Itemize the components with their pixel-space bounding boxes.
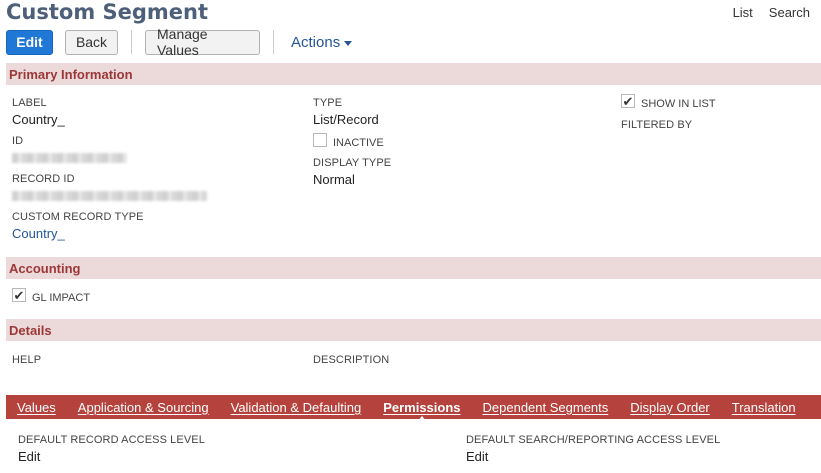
field-label: RECORD ID xyxy=(12,173,75,185)
field-label: TYPE xyxy=(313,97,343,109)
tab-dependent-segments[interactable]: Dependent Segments xyxy=(472,400,620,415)
top-links: List Search xyxy=(733,5,810,20)
field-label: LABEL xyxy=(12,97,47,109)
gl-impact-field: ✔ GL IMPACT xyxy=(12,286,90,304)
show-in-list-checkbox[interactable]: ✔ xyxy=(621,94,635,108)
section-header-primary-information[interactable]: Primary Information xyxy=(6,63,821,85)
tab-permissions[interactable]: Permissions xyxy=(372,400,471,422)
edit-button[interactable]: Edit xyxy=(6,29,53,55)
inactive-checkbox[interactable] xyxy=(313,133,327,147)
field-label: DEFAULT SEARCH/REPORTING ACCESS LEVEL xyxy=(466,434,721,446)
section-header-details[interactable]: Details xyxy=(6,319,821,341)
id-field: ID xyxy=(12,135,127,163)
checkbox-label: GL IMPACT xyxy=(32,292,91,304)
actions-label: Actions xyxy=(291,33,341,51)
field-label: DEFAULT RECORD ACCESS LEVEL xyxy=(18,434,205,446)
custom-record-type-link[interactable]: Country_ xyxy=(12,226,144,241)
tab-translation[interactable]: Translation xyxy=(721,400,807,415)
redacted-value xyxy=(12,191,207,201)
back-button[interactable]: Back xyxy=(65,29,118,55)
custom-record-type-field: CUSTOM RECORD TYPE Country_ xyxy=(12,211,144,241)
field-label: ID xyxy=(12,135,24,147)
toolbar-divider xyxy=(273,30,274,54)
field-label: DESCRIPTION xyxy=(313,354,390,366)
filtered-by-field: FILTERED BY xyxy=(621,119,692,131)
caret-down-icon xyxy=(344,40,353,46)
toolbar: Edit Back Manage Values Actions xyxy=(6,26,353,58)
field-label: CUSTOM RECORD TYPE xyxy=(12,211,144,223)
search-link[interactable]: Search xyxy=(769,5,810,20)
toolbar-divider xyxy=(131,30,132,54)
field-label: HELP xyxy=(12,354,42,366)
display-type-field: DISPLAY TYPE Normal xyxy=(313,157,391,187)
checkbox-label: INACTIVE xyxy=(333,137,384,149)
field-value: Country_ xyxy=(12,112,65,127)
tab-application-sourcing[interactable]: Application & Sourcing xyxy=(67,400,220,415)
field-value: List/Record xyxy=(313,112,379,127)
help-field: HELP xyxy=(12,354,41,366)
list-link[interactable]: List xyxy=(733,5,753,20)
inactive-field: INACTIVE xyxy=(313,131,384,149)
default-record-access-field: DEFAULT RECORD ACCESS LEVEL Edit xyxy=(18,434,205,464)
tab-display-order[interactable]: Display Order xyxy=(619,400,720,415)
page-title: Custom Segment xyxy=(6,0,209,24)
manage-values-button[interactable]: Manage Values xyxy=(145,26,260,58)
actions-menu[interactable]: Actions xyxy=(291,33,353,51)
field-value: Edit xyxy=(466,449,489,464)
field-value: Normal xyxy=(313,172,355,187)
field-value: Edit xyxy=(18,449,41,464)
checkbox-label: SHOW IN LIST xyxy=(641,98,716,110)
show-in-list-field: ✔ SHOW IN LIST xyxy=(621,92,716,110)
type-field: TYPE List/Record xyxy=(313,97,379,127)
tab-values[interactable]: Values xyxy=(6,400,67,415)
field-label: FILTERED BY xyxy=(621,119,693,131)
record-id-field: RECORD ID xyxy=(12,173,207,201)
gl-impact-checkbox[interactable]: ✔ xyxy=(12,288,26,302)
description-field: DESCRIPTION xyxy=(313,354,389,366)
section-header-accounting[interactable]: Accounting xyxy=(6,257,821,279)
subtab-bar: Values Application & Sourcing Validation… xyxy=(6,395,821,422)
tab-validation-defaulting[interactable]: Validation & Defaulting xyxy=(220,400,373,415)
label-field: LABEL Country_ xyxy=(12,97,65,127)
default-search-access-field: DEFAULT SEARCH/REPORTING ACCESS LEVEL Ed… xyxy=(466,434,720,464)
redacted-value xyxy=(12,153,127,163)
field-label: DISPLAY TYPE xyxy=(313,157,392,169)
